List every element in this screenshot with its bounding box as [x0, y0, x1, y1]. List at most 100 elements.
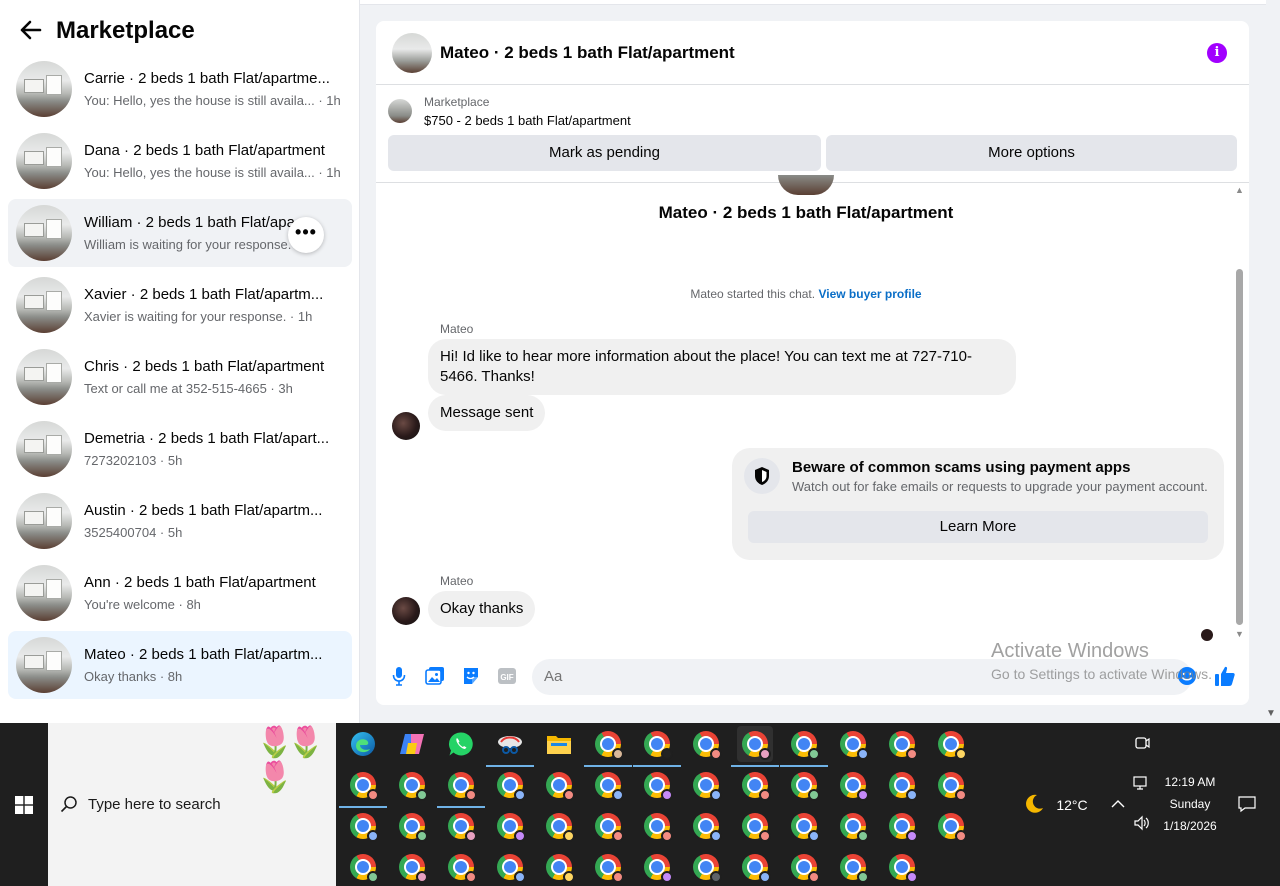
- chrome-icon[interactable]: [541, 849, 577, 885]
- conversation-item[interactable]: Ann · 2 beds 1 bath Flat/apartment You're…: [8, 559, 352, 627]
- chrome-icon[interactable]: [688, 726, 724, 762]
- message-bubble[interactable]: Okay thanks: [428, 591, 536, 627]
- edge-icon[interactable]: [345, 726, 381, 762]
- chrome-icon[interactable]: [737, 767, 773, 803]
- chrome-icon[interactable]: [639, 808, 675, 844]
- chrome-icon[interactable]: [345, 808, 381, 844]
- chrome-icon[interactable]: [590, 767, 626, 803]
- chrome-icon[interactable]: [933, 808, 969, 844]
- chrome-icon[interactable]: [933, 726, 969, 762]
- chrome-icon[interactable]: [835, 726, 871, 762]
- chrome-icon[interactable]: [590, 808, 626, 844]
- scrollbar-thumb[interactable]: [1236, 269, 1243, 625]
- meet-now-icon[interactable]: [1124, 725, 1160, 761]
- clock-day[interactable]: Sunday: [1150, 797, 1230, 811]
- scroll-down-icon[interactable]: ▼: [1235, 629, 1244, 639]
- snipping-tool-icon[interactable]: [486, 726, 534, 767]
- sticker-icon[interactable]: [460, 665, 482, 687]
- gif-icon[interactable]: GIF: [496, 665, 518, 687]
- arrow-left-icon[interactable]: [20, 19, 56, 43]
- chrome-icon[interactable]: [737, 849, 773, 885]
- chat-panel: Mateo · 2 beds 1 bath Flat/apartment i M…: [376, 21, 1249, 705]
- conversation-item[interactable]: Xavier · 2 beds 1 bath Flat/apartm... Xav…: [8, 271, 352, 339]
- learn-more-button[interactable]: Learn More: [748, 511, 1208, 543]
- chrome-icon[interactable]: [492, 808, 528, 844]
- chrome-icon[interactable]: [394, 849, 430, 885]
- message-bubble[interactable]: Message sent: [428, 395, 546, 431]
- scroll-up-icon[interactable]: ▲: [1235, 185, 1244, 195]
- chrome-icon[interactable]: [933, 767, 969, 803]
- whatsapp-icon[interactable]: [443, 726, 479, 762]
- chrome-icon[interactable]: [731, 726, 779, 767]
- mark-as-pending-button[interactable]: Mark as pending: [388, 135, 821, 171]
- chrome-icon[interactable]: [443, 808, 479, 844]
- chrome-icon[interactable]: [688, 808, 724, 844]
- tulips-icon: 🌷🌷🌷: [256, 726, 325, 794]
- windows-start-button[interactable]: [0, 723, 48, 886]
- page-scroll-down-icon[interactable]: ▼: [1266, 708, 1276, 719]
- conversation-item[interactable]: Carrie · 2 beds 1 bath Flat/apartme... Yo…: [8, 55, 352, 123]
- chrome-icon[interactable]: [633, 726, 681, 767]
- copilot-icon[interactable]: [394, 726, 430, 762]
- chrome-icon[interactable]: [835, 849, 871, 885]
- weather-temperature[interactable]: 12°C: [1052, 797, 1092, 813]
- chrome-icon[interactable]: [345, 849, 381, 885]
- chrome-icon[interactable]: [339, 767, 387, 808]
- conversation-item[interactable]: William · 2 beds 1 bath Flat/apa William …: [8, 199, 352, 267]
- more-options-button[interactable]: More options: [826, 135, 1237, 171]
- chrome-icon[interactable]: [786, 808, 822, 844]
- chrome-icon[interactable]: [541, 767, 577, 803]
- chrome-icon[interactable]: [541, 808, 577, 844]
- chrome-icon[interactable]: [688, 849, 724, 885]
- chrome-icon[interactable]: [835, 808, 871, 844]
- more-options-button[interactable]: •••: [288, 217, 324, 253]
- avatar[interactable]: [392, 32, 432, 73]
- view-buyer-profile-link[interactable]: View buyer profile: [818, 287, 921, 301]
- info-icon[interactable]: i: [1207, 42, 1227, 63]
- conversation-item[interactable]: Dana · 2 beds 1 bath Flat/apartment You: …: [8, 127, 352, 195]
- chrome-icon[interactable]: [786, 849, 822, 885]
- chrome-icon[interactable]: [884, 726, 920, 762]
- clock-date[interactable]: 1/18/2026: [1150, 819, 1230, 833]
- listing-title[interactable]: $750 - 2 beds 1 bath Flat/apartment: [424, 113, 631, 128]
- chrome-icon[interactable]: [786, 767, 822, 803]
- thumbs-up-icon[interactable]: [1214, 665, 1236, 687]
- conversation-item-active[interactable]: Mateo · 2 beds 1 bath Flat/apartm... Okay…: [8, 631, 352, 699]
- taskbar-search-box[interactable]: Type here to search 🌷🌷🌷: [48, 723, 336, 886]
- listing-thumbnail[interactable]: [388, 99, 412, 123]
- chrome-icon[interactable]: [584, 726, 632, 767]
- chrome-icon[interactable]: [780, 726, 828, 767]
- chrome-icon[interactable]: [394, 808, 430, 844]
- chrome-icon[interactable]: [492, 849, 528, 885]
- conversation-preview: Okay thanks · 8h: [84, 668, 183, 684]
- conversation-preview: You: Hello, yes the house is still avail…: [84, 92, 340, 108]
- notification-icon[interactable]: [1229, 786, 1265, 822]
- emoji-icon[interactable]: [1176, 665, 1198, 687]
- chrome-icon[interactable]: [590, 849, 626, 885]
- chrome-icon[interactable]: [884, 849, 920, 885]
- chrome-icon[interactable]: [884, 767, 920, 803]
- shield-icon: [744, 458, 780, 494]
- weather-moon-icon[interactable]: [1016, 786, 1052, 822]
- chrome-icon[interactable]: [639, 849, 675, 885]
- chat-title[interactable]: Mateo · 2 beds 1 bath Flat/apartment: [440, 43, 1207, 63]
- scrollbar[interactable]: ▲ ▼: [1232, 183, 1246, 643]
- chrome-icon[interactable]: [492, 767, 528, 803]
- conversation-item[interactable]: Demetria · 2 beds 1 bath Flat/apart... 72…: [8, 415, 352, 483]
- microphone-icon[interactable]: [388, 665, 410, 687]
- file-explorer-icon[interactable]: [541, 726, 577, 762]
- clock-time[interactable]: 12:19 AM: [1150, 775, 1230, 789]
- chrome-icon[interactable]: [688, 767, 724, 803]
- message-bubble[interactable]: Hi! Id like to hear more information abo…: [428, 339, 1016, 395]
- message-input[interactable]: [532, 659, 1192, 695]
- chrome-icon[interactable]: [443, 849, 479, 885]
- chrome-icon[interactable]: [737, 808, 773, 844]
- conversation-item[interactable]: Austin · 2 beds 1 bath Flat/apartm... 352…: [8, 487, 352, 555]
- chrome-icon[interactable]: [884, 808, 920, 844]
- image-icon[interactable]: [424, 665, 446, 687]
- conversation-item[interactable]: Chris · 2 beds 1 bath Flat/apartment Text…: [8, 343, 352, 411]
- chrome-icon[interactable]: [437, 767, 485, 808]
- chrome-icon[interactable]: [835, 767, 871, 803]
- chrome-icon[interactable]: [394, 767, 430, 803]
- chrome-icon[interactable]: [639, 767, 675, 803]
